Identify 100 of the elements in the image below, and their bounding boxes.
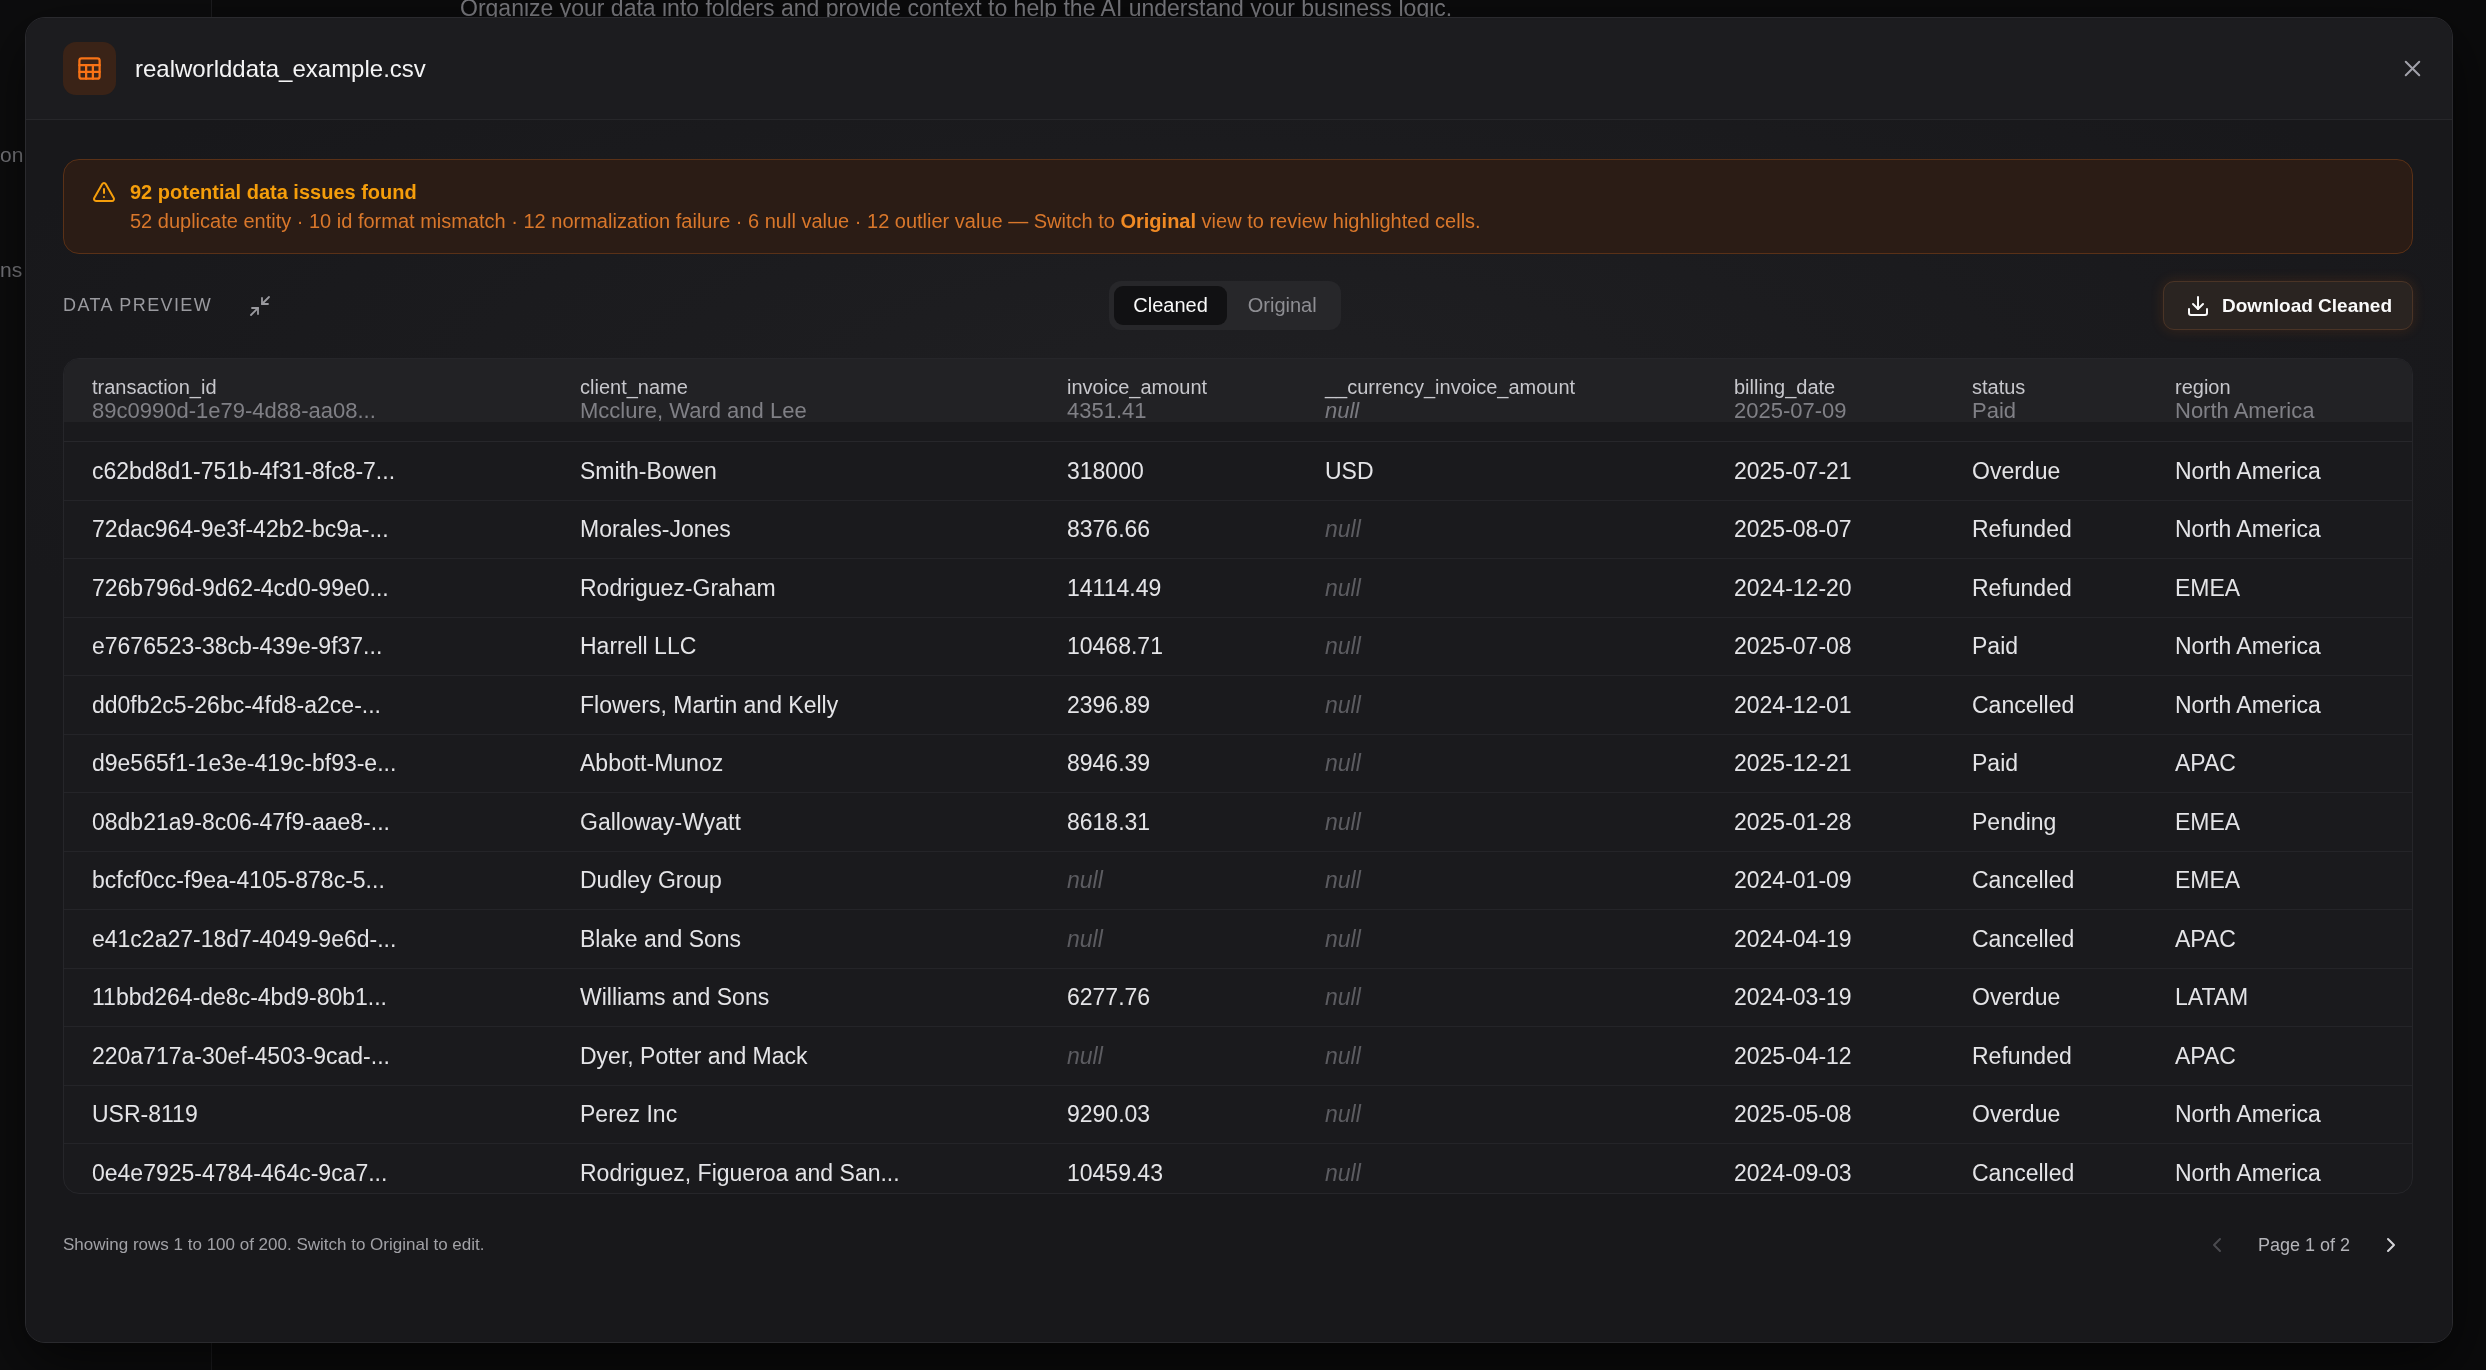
table-cell: EMEA — [2175, 866, 2241, 895]
column-header[interactable]: __currency_invoice_amount — [1325, 375, 1576, 399]
table-cell: 10468.71 — [1067, 632, 1163, 661]
column-header[interactable]: transaction_id — [92, 375, 217, 399]
table-cell: North America — [2175, 515, 2321, 544]
column-header[interactable]: invoice_amount — [1067, 375, 1208, 399]
table-cell: 2025-07-08 — [1734, 632, 1852, 661]
table-cell: EMEA — [2175, 807, 2241, 836]
table-cell: USD — [1325, 456, 1374, 485]
table-cell: Refunded — [1972, 573, 2072, 602]
column-header[interactable]: client_name — [580, 375, 688, 399]
table-cell: Overdue — [1972, 1100, 2061, 1129]
table-cell: EMEA — [2175, 573, 2241, 602]
table-cell: 4351.41 — [1067, 399, 1147, 422]
table-cell: Overdue — [1972, 456, 2061, 485]
table-cell: Pending — [1972, 807, 2057, 836]
table-cell: 72dac964-9e3f-42b2-bc9a-... — [92, 515, 389, 544]
table-cell: North America — [2175, 1158, 2321, 1187]
table-cell: 220a717a-30ef-4503-9cad-... — [92, 1041, 390, 1070]
table-cell: 10459.43 — [1067, 1158, 1163, 1187]
table-cell: 2024-04-19 — [1734, 924, 1852, 953]
table-cell: Cancelled — [1972, 690, 2075, 719]
table-cell: North America — [2175, 1100, 2321, 1129]
table-cell: null — [1067, 1041, 1103, 1070]
table-cell: APAC — [2175, 924, 2236, 953]
table-cell: Overdue — [1972, 983, 2061, 1012]
table-cell: Paid — [1972, 399, 2017, 422]
table-cell: Cancelled — [1972, 1158, 2075, 1187]
table-cell: Dudley Group — [580, 866, 722, 895]
table-cell: Refunded — [1972, 1041, 2072, 1070]
alert-title: 92 potential data issues found — [130, 180, 417, 204]
table-cell: c62bd8d1-751b-4f31-8fc8-7... — [92, 456, 396, 485]
table-cell: 2025-04-12 — [1734, 1041, 1852, 1070]
table-cell: North America — [2175, 690, 2321, 719]
table-cell: 6277.76 — [1067, 983, 1151, 1012]
table-cell: 9290.03 — [1067, 1100, 1151, 1129]
table-cell: 2025-01-28 — [1734, 807, 1852, 836]
table-cell: USR-8119 — [92, 1100, 198, 1129]
table-cell: null — [1325, 515, 1361, 544]
download-icon — [2186, 293, 2211, 318]
table-cell: 2024-12-01 — [1734, 690, 1852, 719]
view-tab[interactable]: Cleaned — [1114, 286, 1227, 325]
table-cell: 2024-01-09 — [1734, 866, 1852, 895]
table-cell: null — [1325, 866, 1361, 895]
table-cell: Cancelled — [1972, 924, 2075, 953]
table-cell: 11bbd264-de8c-4bd9-80b1... — [92, 983, 387, 1012]
table-cell: null — [1325, 924, 1361, 953]
table-cell: 726b796d-9d62-4cd0-99e0... — [92, 573, 389, 602]
table-cell: null — [1325, 807, 1361, 836]
table-cell: North America — [2175, 632, 2321, 661]
table-cell: LATAM — [2175, 983, 2249, 1012]
table-cell: Morales-Jones — [580, 515, 731, 544]
table-cell: Rodriguez, Figueroa and San... — [580, 1158, 900, 1187]
table-cell: null — [1325, 983, 1361, 1012]
table-cell: 2024-12-20 — [1734, 573, 1852, 602]
table-cell: 8618.31 — [1067, 807, 1151, 836]
table-cell: null — [1067, 924, 1103, 953]
table-cell: bcfcf0cc-f9ea-4105-878c-5... — [92, 866, 385, 895]
view-tab[interactable]: Original — [1228, 286, 1336, 325]
table-cell: 2024-03-19 — [1734, 983, 1852, 1012]
column-header[interactable]: region — [2175, 375, 2231, 399]
table-cell: 89c0990d-1e79-4d88-aa08... — [92, 399, 376, 422]
table-cell: e41c2a27-18d7-4049-9e6d-... — [92, 924, 397, 953]
table-cell: null — [1325, 690, 1361, 719]
table-cell: 2024-09-03 — [1734, 1158, 1852, 1187]
warning-icon — [92, 180, 116, 204]
dialog-title: realworlddata_example.csv — [135, 54, 426, 83]
table-cell: Cancelled — [1972, 866, 2075, 895]
table-cell: Dyer, Potter and Mack — [580, 1041, 808, 1070]
table-cell: d9e565f1-1e3e-419c-bf93-e... — [92, 749, 397, 778]
table-cell: null — [1325, 399, 1360, 422]
table-cell: null — [1067, 866, 1103, 895]
table-cell: 8946.39 — [1067, 749, 1151, 778]
minimize-icon[interactable] — [248, 293, 273, 318]
column-header[interactable]: billing_date — [1734, 375, 1836, 399]
table-cell: 2396.89 — [1067, 690, 1151, 719]
table-cell: null — [1325, 1100, 1361, 1129]
page-indicator: Page 1 of 2 — [2257, 1234, 2350, 1256]
download-button[interactable]: Download Cleaned — [2163, 281, 2413, 330]
table-cell: null — [1325, 632, 1361, 661]
alert-message: 52 duplicate entity · 10 id format mismatch · 12 normalization failure · 6 null value · 12 outlier value — Switch to Original view to review highlighted cells. — [130, 209, 1481, 233]
table-cell: Abbott-Munoz — [580, 749, 724, 778]
column-header[interactable]: status — [1972, 375, 2026, 399]
table-cell: null — [1325, 573, 1361, 602]
table-cell: Mcclure, Ward and Lee — [580, 399, 807, 422]
table-cell: 318000 — [1067, 456, 1144, 485]
table-cell: Paid — [1972, 749, 2019, 778]
table-cell: Smith-Bowen — [580, 456, 717, 485]
section-label: DATA PREVIEW — [63, 295, 213, 316]
table-cell: Rodriguez-Graham — [580, 573, 776, 602]
table-cell: Perez Inc — [580, 1100, 678, 1129]
table-cell: North America — [2175, 456, 2321, 485]
table-cell: 2025-12-21 — [1734, 749, 1852, 778]
table-cell: dd0fb2c5-26bc-4fd8-a2ce-... — [92, 690, 381, 719]
table-cell: Refunded — [1972, 515, 2072, 544]
table-cell: APAC — [2175, 749, 2236, 778]
table-cell: null — [1325, 1041, 1361, 1070]
table-cell: Williams and Sons — [580, 983, 770, 1012]
table-cell: 08db21a9-8c06-47f9-aae8-... — [92, 807, 390, 836]
table-cell: Galloway-Wyatt — [580, 807, 741, 836]
